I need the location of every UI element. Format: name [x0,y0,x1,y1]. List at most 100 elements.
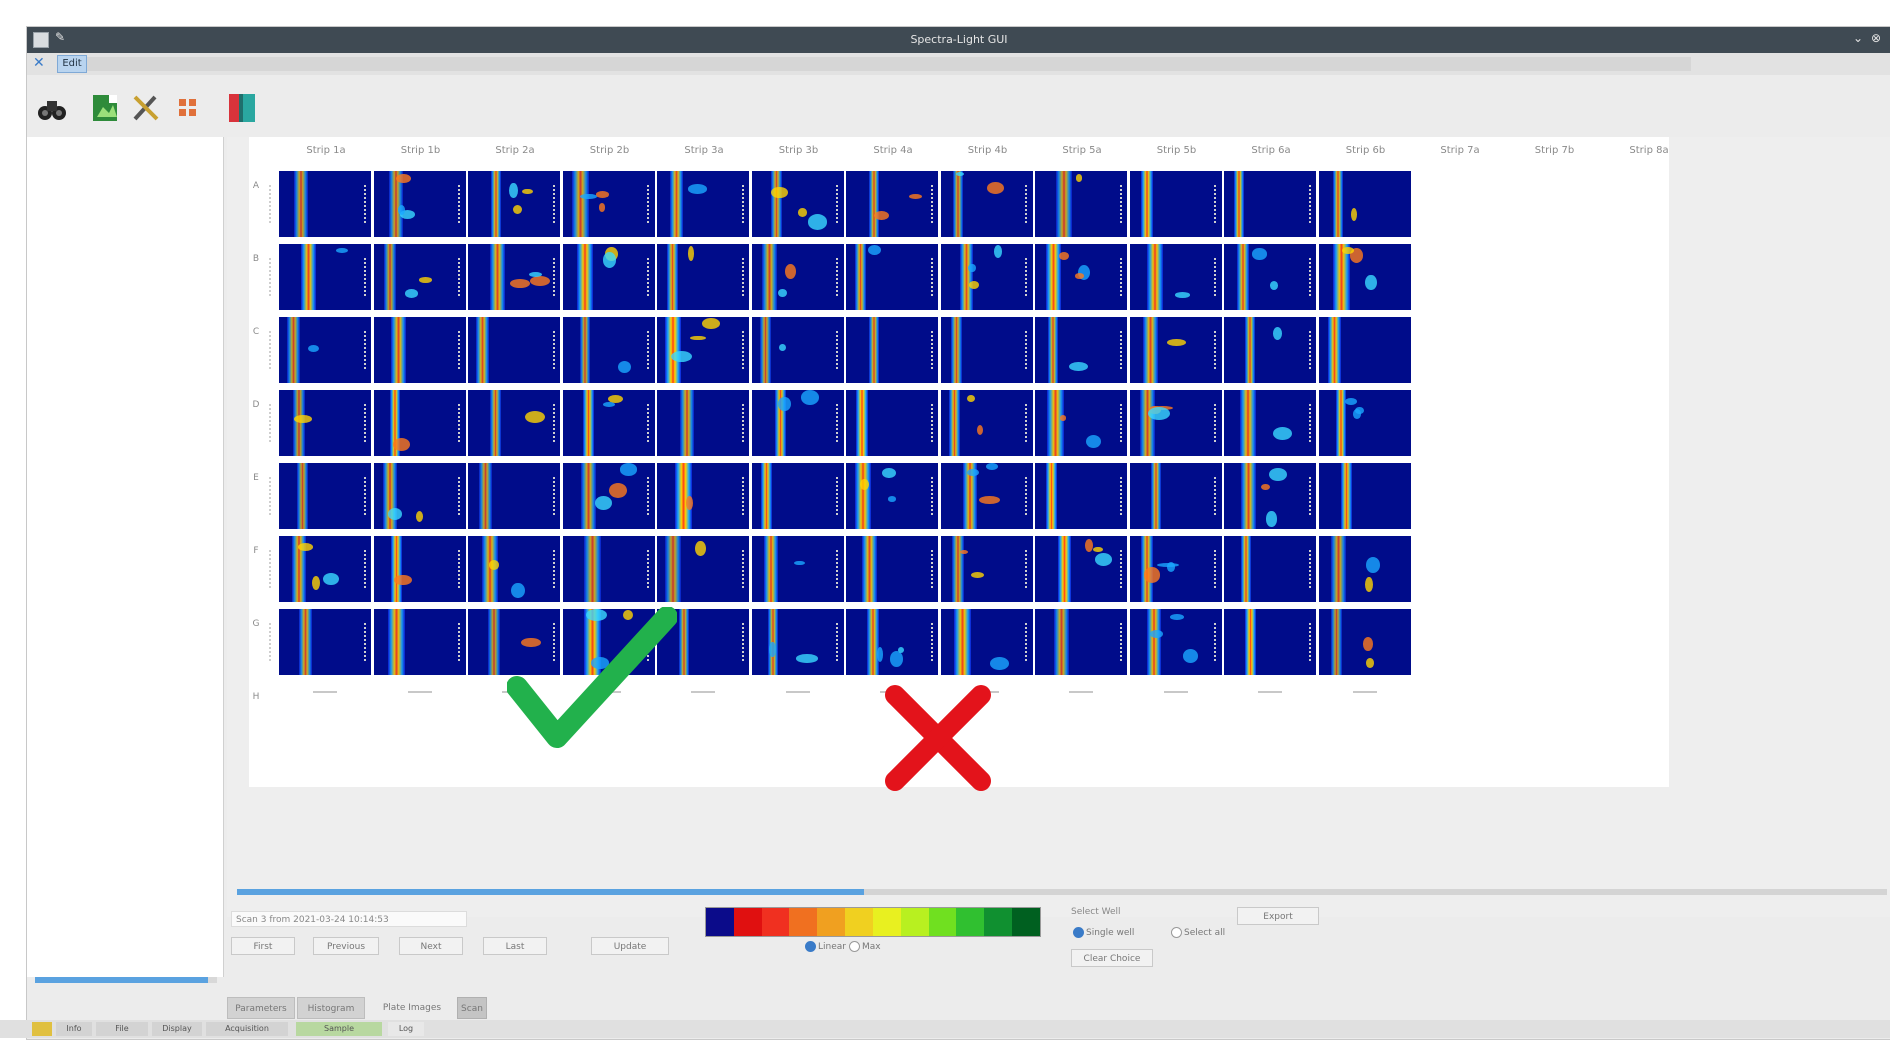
well-image[interactable] [836,536,938,620]
well-image[interactable] [363,463,466,547]
well-image[interactable] [930,536,1033,620]
well-image[interactable] [741,536,844,620]
well-image[interactable] [930,244,1033,328]
well-image[interactable] [741,317,844,401]
status-info[interactable]: Info [56,1022,92,1036]
tab-plate-images[interactable]: Plate Images [369,997,455,1019]
well-image[interactable] [1308,463,1411,547]
status-acquisition[interactable]: Acquisition [206,1022,288,1036]
well-image[interactable] [269,536,371,620]
well-image[interactable] [1308,609,1411,693]
well-image[interactable] [269,244,371,328]
well-image[interactable] [741,609,844,693]
well-image[interactable] [741,463,844,547]
well-image[interactable] [930,171,1033,255]
well-image[interactable] [1119,536,1222,620]
well-image[interactable] [1308,171,1411,255]
well-image[interactable] [269,609,371,693]
well-image[interactable] [363,536,466,620]
well-image[interactable] [647,390,749,474]
well-image[interactable] [930,609,1033,693]
well-image[interactable] [647,536,749,620]
well-image[interactable] [552,244,655,328]
well-image[interactable] [1025,536,1127,620]
previous-button[interactable]: Previous [313,937,379,955]
well-image[interactable] [363,244,466,328]
linear-radio-dot[interactable] [805,941,816,952]
single-well-radio-dot[interactable] [1073,927,1084,938]
well-image[interactable] [836,390,938,474]
well-image[interactable] [1119,463,1222,547]
linear-radio[interactable]: Linear [805,941,846,952]
well-image[interactable] [458,171,560,255]
export-button[interactable]: Export [1237,907,1319,925]
well-image[interactable] [552,463,655,547]
first-button[interactable]: First [231,937,295,955]
tab-edit[interactable]: Edit [57,55,87,73]
well-image[interactable] [269,390,371,474]
single-well-radio[interactable]: Single well [1073,927,1134,938]
tab-parameters[interactable]: Parameters [227,997,295,1019]
well-image[interactable] [930,317,1033,401]
well-image[interactable] [1025,171,1127,255]
well-image[interactable] [741,171,844,255]
scrollbar-thumb[interactable] [237,889,864,895]
tools-icon[interactable] [129,91,163,125]
export-image-icon[interactable] [89,91,123,125]
minimize-icon[interactable]: ⌄ [1853,31,1863,45]
status-file[interactable]: File [96,1022,148,1036]
well-image[interactable] [269,171,371,255]
well-image[interactable] [1119,171,1222,255]
tab-histogram[interactable]: Histogram [297,997,365,1019]
well-image[interactable] [1308,317,1411,401]
well-image[interactable] [647,463,749,547]
well-image[interactable] [647,244,749,328]
well-image[interactable] [741,390,844,474]
well-image[interactable] [269,317,371,401]
well-image[interactable] [269,463,371,547]
well-image[interactable] [836,317,938,401]
well-image[interactable] [741,244,844,328]
well-image[interactable] [836,244,938,328]
binoculars-icon[interactable] [35,91,69,125]
well-image[interactable] [1214,390,1316,474]
status-log[interactable]: Log [388,1022,424,1036]
well-image[interactable] [363,609,466,693]
well-image[interactable] [1119,317,1222,401]
select-all-radio[interactable]: Select all [1171,927,1225,938]
well-image[interactable] [647,171,749,255]
well-image[interactable] [836,171,938,255]
update-button[interactable]: Update [591,937,669,955]
well-image[interactable] [1308,244,1411,328]
well-image[interactable] [1308,536,1411,620]
well-image[interactable] [363,390,466,474]
well-image[interactable] [552,390,655,474]
well-image[interactable] [1214,609,1316,693]
well-image[interactable] [458,244,560,328]
max-radio[interactable]: Max [849,941,881,952]
max-radio-dot[interactable] [849,941,860,952]
well-image[interactable] [1025,317,1127,401]
well-image[interactable] [552,171,655,255]
well-image[interactable] [647,317,749,401]
well-image[interactable] [1119,609,1222,693]
well-image[interactable] [552,317,655,401]
well-image[interactable] [1119,390,1222,474]
well-image[interactable] [363,317,466,401]
well-image[interactable] [458,390,560,474]
grid-icon[interactable] [171,91,205,125]
well-image[interactable] [1214,463,1316,547]
well-image[interactable] [930,463,1033,547]
well-image[interactable] [1214,244,1316,328]
well-image[interactable] [930,390,1033,474]
last-button[interactable]: Last [483,937,547,955]
well-image[interactable] [363,171,466,255]
well-image[interactable] [1214,171,1316,255]
status-display[interactable]: Display [152,1022,202,1036]
well-image[interactable] [1119,244,1222,328]
tab-close-icon[interactable]: ✕ [33,55,45,71]
sidebar-panel[interactable] [27,137,224,977]
well-image[interactable] [458,536,560,620]
status-sample[interactable]: Sample [296,1022,382,1036]
well-image[interactable] [1025,244,1127,328]
